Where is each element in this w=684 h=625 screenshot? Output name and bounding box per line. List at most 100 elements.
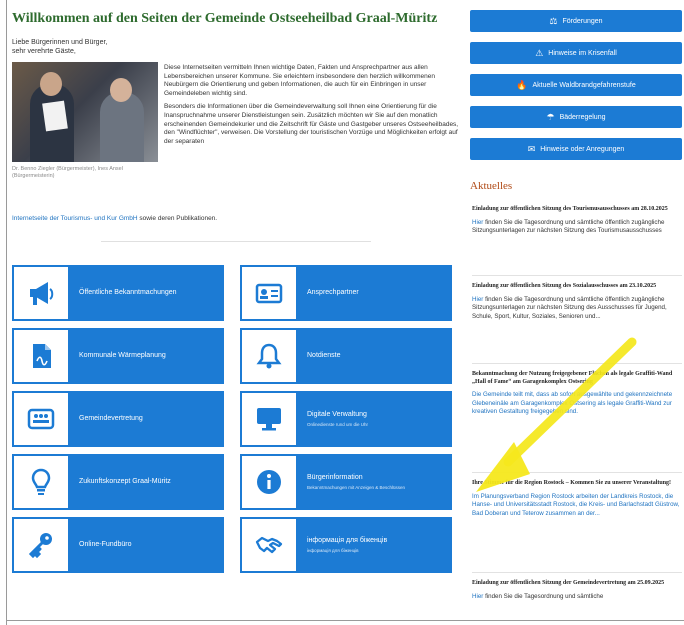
tile-label: Bürgerinformation [307,474,363,482]
tile-document[interactable]: Kommunale Wärmeplanung [12,328,224,384]
news-divider [472,472,682,473]
tile-icon-box [241,392,297,446]
tile-monitor[interactable]: Digitale Verwaltung Onlinedienste rund um… [240,391,452,447]
news-text: Hier finden Sie die Tagesordnung und säm… [472,593,682,602]
news-item: Ihre Stimme für die Region Rostock – Kom… [472,480,682,518]
tile-body: Gemeindevertretung [69,392,223,446]
tile-icon-box [241,455,297,509]
button-icon: 🔥 [516,79,528,90]
tile-sublabel: інформація для біженців [307,547,359,553]
tile-icon-box [241,266,297,320]
news-body: finden Sie die Tagesordnung und sämtlich… [472,295,667,320]
news-heading[interactable]: Einladung zur öffentlichen Sitzung des T… [472,206,682,214]
news-body[interactable]: Im Planungsverband Region Rostock arbeit… [472,493,682,519]
intro-paragraph-1: Diese Internetseiten vermitteln Ihnen wi… [164,64,435,97]
tile-body: Notdienste [297,329,451,383]
monitor-icon [257,408,281,431]
mayor-photo [12,62,158,162]
tile-body: Zukunftskonzept Graal-Müritz [69,455,223,509]
tile-key[interactable]: Online-Fundbüro [12,517,224,573]
news-item: Bekanntmachung der Nutzung freigegebener… [472,371,682,417]
news-text: Hier finden Sie die Tagesordnung und säm… [472,219,682,236]
tile-info[interactable]: Bürgerinformation Bekanntmachungen mit An… [240,454,452,510]
tile-megaphone[interactable]: Öffentliche Bekanntmachungen [12,265,224,321]
tile-icon-box [13,266,69,320]
document-icon [33,344,51,368]
photo-caption: Dr. Benno Ziegler (Bürgermeister), Ines … [12,166,123,179]
tile-label: Online-Fundbüro [79,541,132,549]
tile-sublabel: Bekanntmachungen mit Anzeigen & Beschlüs… [307,484,406,490]
tourism-link[interactable]: Internetseite der Tourismus- und Kur Gmb… [12,215,138,222]
tile-lightbulb[interactable]: Zukunftskonzept Graal-Müritz [12,454,224,510]
news-text: Hier finden Sie die Tagesordnung und säm… [472,296,682,322]
anregungen-button[interactable]: ✉ Hinweise oder Anregungen [470,138,682,160]
handshake-icon [255,536,283,554]
meeting-icon [27,408,55,430]
divider [101,241,371,242]
tile-label: Notdienste [307,352,341,360]
key-icon [28,533,52,559]
tile-label: інформація для біженців [307,537,388,545]
tile-icon-box [241,518,297,572]
tile-icon-box [13,518,69,572]
news-link[interactable]: Hier [472,296,483,303]
news-heading[interactable]: Ihre Stimme für die Region Rostock – Kom… [472,480,682,488]
button-icon: ✉ [527,143,536,154]
page-frame-left [6,0,7,625]
tile-handshake[interactable]: інформація для біженців інформація для бі… [240,517,452,573]
tile-icon-box [13,455,69,509]
news-divider [472,275,682,276]
button-label: Hinweise im Krisenfall [548,49,617,57]
krisenfall-button[interactable]: ⚠ Hinweise im Krisenfall [470,42,682,64]
bell-icon [256,343,282,369]
button-label: Aktuelle Waldbrandgefahrenstufe [532,81,636,89]
tile-body: інформація для біженців інформація для бі… [297,518,451,572]
tile-body: Ansprechpartner [297,266,451,320]
aktuelles-heading: Aktuelles [470,180,513,192]
tile-icon-box [13,329,69,383]
button-label: Hinweise oder Anregungen [540,145,625,153]
info-icon [257,470,281,494]
greeting: Liebe Bürgerinnen und Bürger, sehr vereh… [12,38,460,56]
tourism-link-line: Internetseite der Tourismus- und Kur Gmb… [12,214,460,223]
tile-label: Kommunale Wärmeplanung [79,352,166,360]
news-body[interactable]: Die Gemeinde teilt mit, dass ab sofort a… [472,391,682,417]
foerderungen-button[interactable]: ⚖ Förderungen [470,10,682,32]
waldbrand-button[interactable]: 🔥 Aktuelle Waldbrandgefahrenstufe [470,74,682,96]
tile-meeting[interactable]: Gemeindevertretung [12,391,224,447]
news-body: finden Sie die Tagesordnung und sämtlich… [472,218,665,235]
page-frame-bottom [6,620,684,621]
news-link[interactable]: Hier [472,593,483,600]
news-divider [472,572,682,573]
page-title: Willkommen auf den Seiten der Gemeinde O… [12,11,438,26]
tile-icon-box [13,392,69,446]
button-icon: ⚖ [549,15,558,26]
news-link[interactable]: Hier [472,219,483,226]
button-label: Förderungen [562,17,603,25]
news-divider [472,363,682,364]
tile-body: Öffentliche Bekanntmachungen [69,266,223,320]
news-body: finden Sie die Tagesordnung und sämtlich… [483,592,604,600]
tourism-link-suffix: sowie deren Publikationen. [137,215,218,222]
button-label: Bäderregelung [559,113,606,121]
main-content: Willkommen auf den Seiten der Gemeinde O… [12,8,460,242]
tile-body: Kommunale Wärmeplanung [69,329,223,383]
news-heading[interactable]: Bekanntmachung der Nutzung freigegebener… [472,371,682,386]
news-item: Einladung zur öffentlichen Sitzung der G… [472,580,682,601]
tile-bell[interactable]: Notdienste [240,328,452,384]
intro-paragraph-2: Besonders die Informationen über die Gem… [164,103,459,145]
tile-body: Bürgerinformation Bekanntmachungen mit An… [297,455,451,509]
greeting-line-2: sehr verehrte Gäste, [12,48,76,55]
intro-section: Dr. Benno Ziegler (Bürgermeister), Ines … [12,62,460,212]
tile-contact-card[interactable]: Ansprechpartner [240,265,452,321]
news-heading[interactable]: Einladung zur öffentlichen Sitzung der G… [472,580,682,588]
tile-icon-box [241,329,297,383]
news-item: Einladung zur öffentlichen Sitzung des S… [472,283,682,321]
intro-text: Diese Internetseiten vermitteln Ihnen wi… [164,64,460,151]
news-heading[interactable]: Einladung zur öffentlichen Sitzung des S… [472,283,682,291]
news-item: Einladung zur öffentlichen Sitzung des T… [472,206,682,236]
tile-sublabel: Onlinedienste rund um die Uhr [307,421,369,427]
tile-body: Digitale Verwaltung Onlinedienste rund um… [297,392,451,446]
baederregelung-button[interactable]: ☂ Bäderregelung [470,106,682,128]
tile-body: Online-Fundbüro [69,518,223,572]
